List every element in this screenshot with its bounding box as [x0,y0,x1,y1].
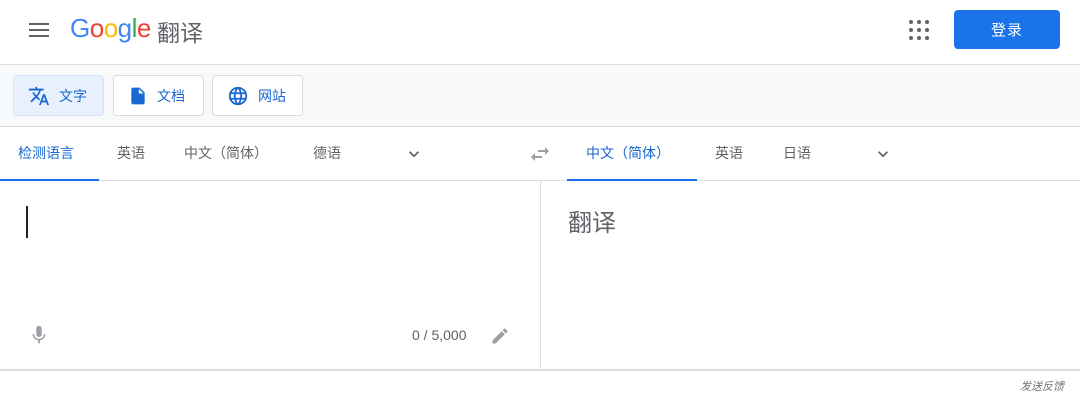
target-panel: 翻译 [541,181,1080,369]
source-lang-english[interactable]: 英语 [117,127,145,181]
target-lang-japanese[interactable]: 日语 [783,127,811,181]
source-text-input[interactable] [24,203,504,243]
translate-icon [28,86,50,105]
mode-website-label: 网站 [258,88,286,105]
top-header: Google 翻译 登录 [0,0,1080,65]
language-bar: 检测语言 英语 中文（简体） 德语 中文（简体） 英语 日语 [0,127,1080,181]
login-button[interactable]: 登录 [954,10,1060,49]
hamburger-menu-icon[interactable] [24,14,56,46]
mode-document-button[interactable]: 文档 [113,75,204,116]
microphone-icon[interactable] [28,322,50,348]
apps-grid-icon[interactable] [905,16,933,44]
panel-divider [0,369,1080,371]
pencil-icon[interactable] [490,326,510,346]
document-icon [131,87,145,104]
google-logo[interactable]: Google [70,13,151,44]
chevron-down-icon[interactable] [873,144,893,164]
source-lang-chinese-simplified[interactable]: 中文（简体） [184,127,268,181]
source-panel: 0 / 5,000 [0,181,541,369]
character-counter: 0 / 5,000 [412,327,467,343]
text-caret [26,206,28,238]
target-lang-english[interactable]: 英语 [715,127,743,181]
mode-text-button[interactable]: 文字 [13,75,104,116]
chevron-down-icon[interactable] [404,144,424,164]
send-feedback-link[interactable]: 发送反馈 [1020,378,1064,394]
source-lang-german[interactable]: 德语 [313,127,341,181]
source-lang-detect[interactable]: 检测语言 [18,127,74,181]
mode-document-label: 文档 [157,88,185,105]
mode-text-label: 文字 [59,88,87,105]
translation-output: 翻译 [568,209,616,237]
globe-icon [228,86,248,105]
mode-website-button[interactable]: 网站 [212,75,303,116]
swap-languages-icon[interactable] [528,142,552,166]
target-lang-chinese-simplified[interactable]: 中文（简体） [586,127,670,181]
mode-bar: 文字 文档 网站 [0,65,1080,127]
product-name: 翻译 [157,21,203,47]
